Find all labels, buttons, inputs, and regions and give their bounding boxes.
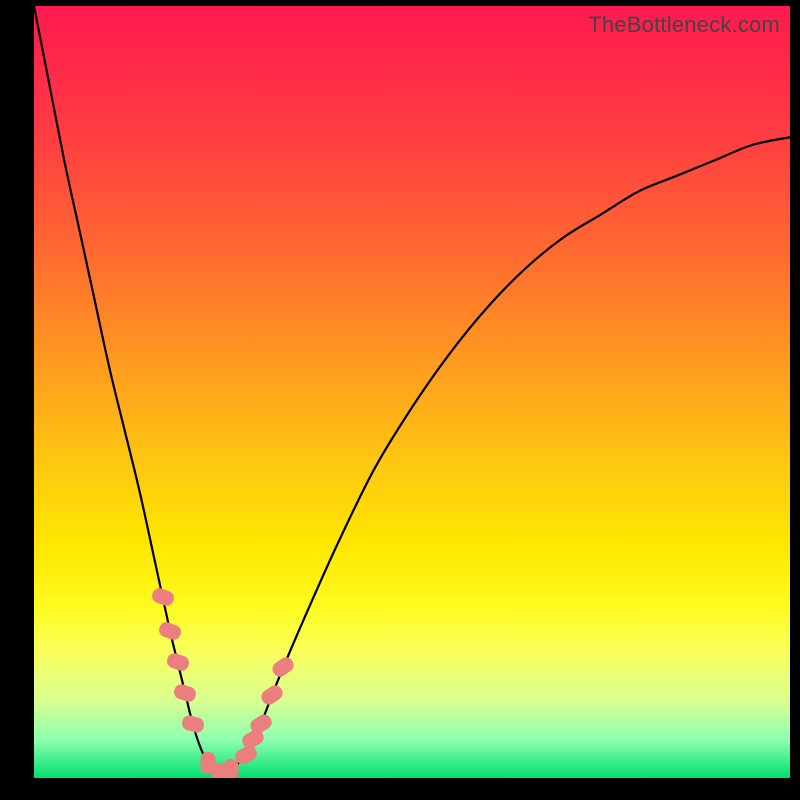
plot-area: TheBottleneck.com — [34, 6, 790, 778]
curve-bead — [270, 655, 297, 680]
curve-bead — [157, 621, 183, 643]
curve-bead — [172, 683, 198, 704]
bottleneck-curve — [34, 6, 790, 778]
curve-bead — [259, 683, 286, 708]
watermark-text: TheBottleneck.com — [588, 12, 780, 38]
curve-bead — [150, 586, 176, 608]
curve-bead — [223, 759, 238, 778]
chart-frame: TheBottleneck.com — [0, 0, 800, 800]
curve-bead — [165, 652, 191, 673]
curve-bead — [180, 714, 205, 734]
